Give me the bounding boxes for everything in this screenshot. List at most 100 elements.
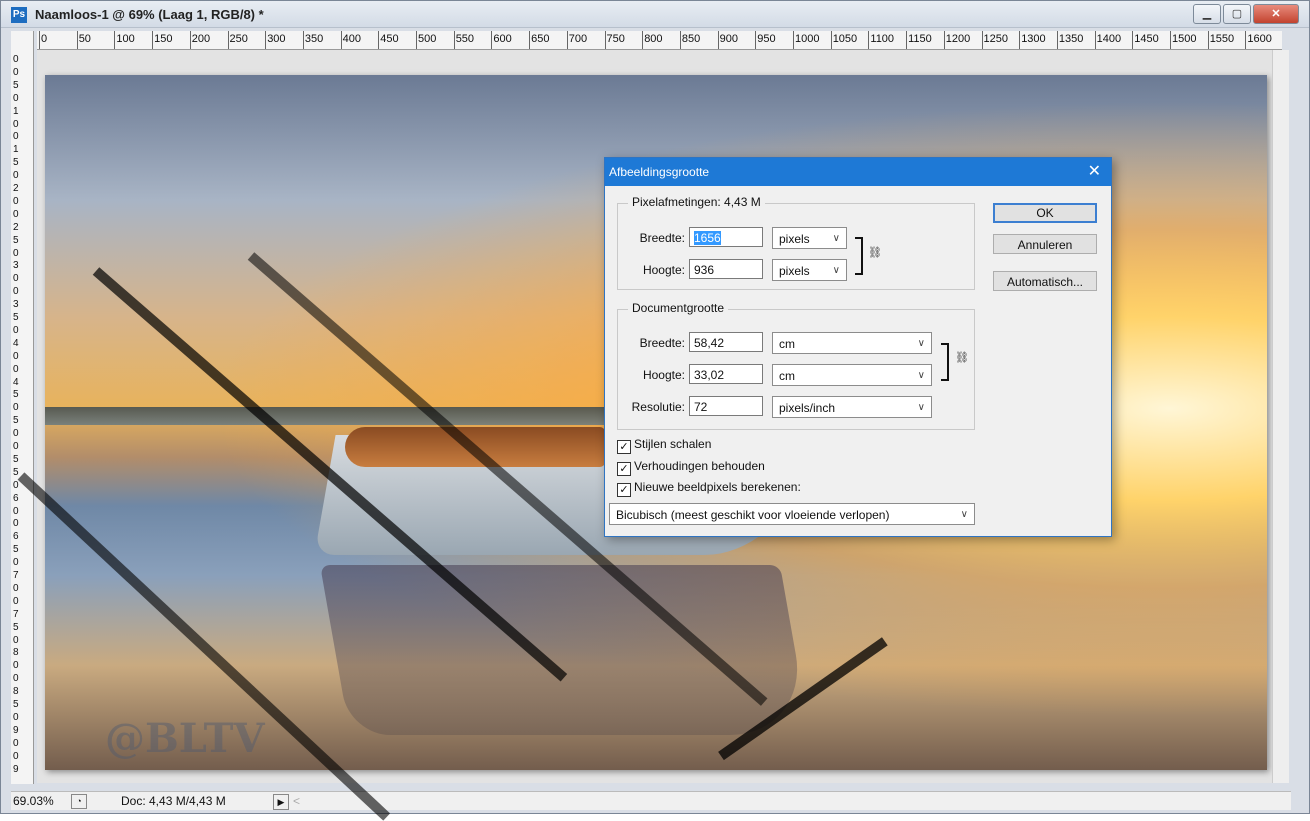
ruler-label: 0 xyxy=(13,441,19,452)
ruler-label: 2 xyxy=(13,183,19,194)
ruler-label: 500 xyxy=(418,33,437,45)
ok-button[interactable]: OK xyxy=(993,203,1097,223)
ruler-label: 5 xyxy=(13,79,19,91)
ruler-label: 150 xyxy=(154,33,173,45)
status-menu-arrow-icon[interactable]: ▶ xyxy=(273,794,289,810)
status-info-icon[interactable]: ◔ xyxy=(71,794,87,809)
checkbox-checked-icon: ✓ xyxy=(617,483,631,497)
ruler-label: 5 xyxy=(13,415,19,427)
ruler-label: 1150 xyxy=(908,33,932,45)
constrain-bracket xyxy=(855,237,863,275)
maximize-icon[interactable]: ▢ xyxy=(1223,4,1251,24)
shoreline xyxy=(45,407,605,425)
constrain-bracket xyxy=(941,343,949,381)
resample-checkbox[interactable]: ✓ Nieuwe beeldpixels berekenen: xyxy=(617,480,801,497)
ruler-label: 1450 xyxy=(1134,33,1159,45)
doc-height-unit-select[interactable]: cm ∨ xyxy=(772,364,932,386)
chevron-down-icon: ∨ xyxy=(917,338,925,349)
ruler-label: 7 xyxy=(13,570,19,581)
auto-button[interactable]: Automatisch... xyxy=(993,271,1097,291)
cancel-button[interactable]: Annuleren xyxy=(993,234,1097,254)
ruler-tick xyxy=(265,31,267,49)
ruler-label: 200 xyxy=(191,33,211,45)
ruler-label: 5 xyxy=(13,157,19,169)
ruler-label: 850 xyxy=(681,33,701,45)
document-size-legend: Documentgrootte xyxy=(628,301,729,315)
ruler-label: 4 xyxy=(13,376,19,388)
ruler-label: 1400 xyxy=(1096,33,1122,45)
ruler-tick xyxy=(717,31,719,49)
ruler-label: 900 xyxy=(719,33,738,45)
ruler-tick xyxy=(566,31,568,49)
vertical-scrollbar[interactable] xyxy=(1272,50,1289,783)
link-icon: ⛓ xyxy=(955,352,969,364)
ruler-label: 6 xyxy=(13,492,19,504)
ruler-origin-corner[interactable] xyxy=(11,31,34,50)
scale-styles-checkbox[interactable]: ✓ Stijlen schalen xyxy=(617,437,711,454)
ruler-label: 5 xyxy=(13,453,19,465)
ruler-tick xyxy=(1056,31,1058,49)
zoom-level[interactable]: 69.03% xyxy=(13,794,63,808)
doc-width-field[interactable]: 58,42 xyxy=(689,332,763,352)
doc-height-field[interactable]: 33,02 xyxy=(689,364,763,384)
resolution-field[interactable]: 72 xyxy=(689,396,763,416)
close-icon[interactable]: ✕ xyxy=(1253,4,1299,24)
doc-width-label: Breedte: xyxy=(639,336,685,350)
ruler-tick xyxy=(868,31,870,49)
constrain-proportions-checkbox[interactable]: ✓ Verhoudingen behouden xyxy=(617,459,765,476)
horizontal-ruler[interactable]: 0 50 100 150 200 250 300 350 400 450 500 550 600 650 7… xyxy=(37,31,1282,50)
ruler-tick xyxy=(227,31,229,49)
pixel-height-unit-select[interactable]: pixels ∨ xyxy=(772,259,847,281)
pixel-width-field[interactable]: 1656 xyxy=(689,227,763,247)
ruler-tick xyxy=(340,31,342,49)
ruler-label: 3 xyxy=(13,299,19,311)
pixel-height-field[interactable]: 936 xyxy=(689,259,763,279)
ruler-label: 0 xyxy=(13,660,19,672)
ruler-label: 5 xyxy=(13,621,19,633)
ruler-label: 6 xyxy=(13,531,19,543)
ruler-label: 1200 xyxy=(945,33,971,45)
ruler-label: 0 xyxy=(13,286,19,298)
ruler-label: 1 xyxy=(13,144,19,156)
ruler-label: 0 xyxy=(13,350,19,362)
checkbox-checked-icon: ✓ xyxy=(617,462,631,476)
ruler-label: 0 xyxy=(13,402,19,414)
ruler-tick xyxy=(1019,31,1021,49)
ruler-label: 350 xyxy=(304,33,324,45)
ruler-label: 5 xyxy=(13,466,19,478)
resolution-unit-select[interactable]: pixels/inch ∨ xyxy=(772,396,932,418)
ruler-label: 0 xyxy=(13,66,19,78)
doc-height-label: Hoogte: xyxy=(642,368,685,382)
pixel-height-label: Hoogte: xyxy=(642,263,685,277)
ruler-label: 0 xyxy=(13,54,19,65)
ruler-label: 1300 xyxy=(1021,33,1046,45)
ruler-label: 400 xyxy=(342,33,361,45)
ruler-tick xyxy=(189,31,191,49)
ruler-label: 1050 xyxy=(832,33,858,45)
chevron-down-icon: ∨ xyxy=(917,370,925,381)
image-size-dialog: Afbeeldingsgrootte ✕ Pixelafmetingen: 4,… xyxy=(604,157,1112,537)
ruler-label: 0 xyxy=(13,363,19,375)
ruler-label: 1100 xyxy=(870,33,895,45)
pixel-width-unit-select[interactable]: pixels ∨ xyxy=(772,227,847,249)
ruler-tick xyxy=(755,31,757,49)
ruler-tick xyxy=(1132,31,1134,49)
ruler-label: 5 xyxy=(13,234,19,246)
ruler-label: 600 xyxy=(493,33,512,45)
chevron-down-icon: ∨ xyxy=(832,265,840,276)
chevron-down-icon: ∨ xyxy=(917,402,925,413)
ruler-label: 1 xyxy=(13,105,19,117)
ruler-tick xyxy=(1170,31,1171,49)
minimize-icon[interactable]: ▁ xyxy=(1193,4,1221,24)
ruler-label: 0 xyxy=(13,479,19,491)
ruler-label: 7 xyxy=(13,608,19,620)
vertical-ruler[interactable]: 0050100150200250300350400450500550600650… xyxy=(11,49,34,784)
scroll-left-icon[interactable]: < xyxy=(293,794,300,808)
window-title: Naamloos-1 @ 69% (Laag 1, RGB/8) * xyxy=(35,7,264,22)
doc-width-unit-select[interactable]: cm ∨ xyxy=(772,332,932,354)
ruler-label: 0 xyxy=(13,170,19,182)
ruler-label: 1000 xyxy=(795,33,820,45)
resample-method-select[interactable]: Bicubisch (meest geschikt voor vloeiende… xyxy=(609,503,975,525)
chevron-down-icon: ∨ xyxy=(832,233,840,244)
close-icon[interactable]: ✕ xyxy=(1088,158,1101,186)
